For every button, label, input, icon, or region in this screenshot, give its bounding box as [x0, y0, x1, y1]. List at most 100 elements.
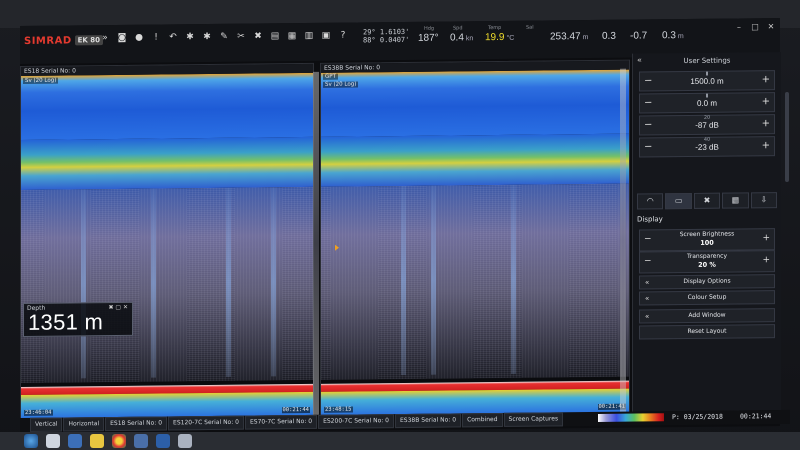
echosounder-app: SIMRAD EK 80 » ◙ ● ! ↶ ✱ ✱ ✎ ✂ ✖ ▤ ▦ ▥ ▣…: [20, 18, 790, 434]
colour-setup-button[interactable]: « Colour Setup: [639, 290, 775, 306]
position-readout: 29° 1.6103' 88° 0.0407': [363, 28, 409, 44]
heave-readout: 0.3 m: [662, 30, 684, 41]
record-icon[interactable]: ●: [134, 33, 144, 43]
temp-value: 19.9: [485, 31, 505, 44]
layout-icon[interactable]: ▦: [722, 192, 749, 209]
range-value: 1500.0 m: [690, 76, 724, 86]
info-icon[interactable]: ▣: [321, 31, 331, 41]
printer-icon[interactable]: ▤: [270, 31, 280, 41]
speed-label: Spd: [453, 25, 463, 32]
sal-label: Sal: [526, 24, 534, 31]
add-window-button[interactable]: « Add Window: [639, 308, 775, 324]
folder-icon[interactable]: [90, 434, 104, 448]
colour-setup-label: Colour Setup: [687, 293, 727, 302]
scattering-layer: [21, 136, 313, 190]
help-icon[interactable]: ?: [338, 31, 348, 41]
app-icon-3[interactable]: [178, 434, 192, 448]
add-window-label: Add Window: [688, 311, 726, 320]
toolbar-icons-left: » ◙ ● !: [100, 33, 161, 44]
tab-screen-captures[interactable]: Screen Captures: [503, 412, 564, 427]
sv-label-left: Sv (20 Log): [23, 77, 59, 84]
colour-scale[interactable]: [598, 413, 664, 422]
tab-es120[interactable]: ES120-7C Serial No: 0: [168, 415, 244, 431]
gear-icon[interactable]: ✱: [185, 32, 195, 42]
signal-icon[interactable]: ◠: [637, 193, 664, 210]
app-icon[interactable]: [134, 434, 148, 448]
depth-box-icons[interactable]: ✖ ▢ ✕: [108, 304, 128, 311]
echogram-left[interactable]: [21, 72, 313, 419]
brightness-setting[interactable]: − Screen Brightness 100 +: [639, 228, 775, 252]
tools-icon[interactable]: ✖: [253, 31, 263, 41]
file-icon[interactable]: [46, 434, 60, 448]
tab-es70[interactable]: ES70-7C Serial No: 0: [244, 414, 318, 430]
scissors-icon[interactable]: ✂: [236, 32, 246, 42]
brightness-label: Screen Brightness: [679, 230, 735, 239]
transparency-value: 20 %: [698, 260, 716, 269]
gain-increase-button[interactable]: +: [762, 118, 770, 129]
section-display: Display: [637, 215, 663, 224]
app-icon-2[interactable]: [156, 434, 170, 448]
panel-scrollbar[interactable]: [785, 91, 789, 182]
chrome-icon[interactable]: [112, 434, 126, 448]
app-logo: SIMRAD EK 80: [24, 33, 104, 48]
echogram-right[interactable]: [321, 69, 629, 416]
brightness-increase-button[interactable]: +: [762, 233, 770, 243]
threshold-value: -23 dB: [695, 142, 719, 152]
interference-streak: [431, 185, 436, 375]
maximize-button[interactable]: □: [748, 22, 762, 32]
depth-readout[interactable]: Depth ✖ ▢ ✕ 1351 m: [23, 301, 133, 337]
monitor-screen: SIMRAD EK 80 » ◙ ● ! ↶ ✱ ✱ ✎ ✂ ✖ ▤ ▦ ▥ ▣…: [0, 0, 800, 450]
transparency-increase-button[interactable]: +: [762, 255, 770, 265]
end-time-left: 00:21:44: [281, 406, 310, 414]
roll-value: -0.7: [630, 30, 648, 42]
tab-vertical[interactable]: Vertical: [30, 417, 63, 432]
wrench-icon[interactable]: ✎: [219, 32, 229, 42]
range-setting[interactable]: − ▮ 1500.0 m +: [639, 70, 775, 92]
panel-title: User Settings: [683, 56, 731, 66]
gear-icon-2[interactable]: ✱: [202, 32, 212, 42]
monitor-icon[interactable]: ▭: [665, 192, 692, 210]
start-button-icon[interactable]: [24, 434, 38, 448]
reset-layout-button[interactable]: Reset Layout: [639, 324, 775, 340]
tools-icon[interactable]: ✖: [693, 192, 721, 209]
transparency-setting[interactable]: − Transparency 20 % +: [639, 250, 775, 274]
threshold-increase-button[interactable]: +: [762, 140, 770, 151]
start-increase-button[interactable]: +: [762, 96, 770, 107]
tab-horizontal[interactable]: Horizontal: [63, 417, 105, 432]
sv-label-right: Sv (20 Log): [323, 81, 359, 88]
water-column: [21, 186, 313, 383]
interference-streak: [81, 189, 86, 379]
gain-setting[interactable]: − 20 -87 dB +: [639, 114, 775, 136]
start-setting[interactable]: − ▮ 0.0 m +: [639, 92, 775, 114]
tab-combined[interactable]: Combined: [462, 412, 503, 428]
heading-value: 187°: [418, 32, 439, 44]
mouse-cursor: [335, 244, 339, 251]
heading-label: Hdg: [424, 25, 435, 32]
back-icon[interactable]: ↶: [168, 32, 178, 42]
heave-unit: m: [677, 33, 684, 41]
tab-es200[interactable]: ES200-7C Serial No: 0: [318, 414, 394, 429]
minimize-button[interactable]: –: [732, 22, 746, 32]
display-options-button[interactable]: « Display Options: [639, 274, 775, 290]
close-button[interactable]: ✕: [764, 22, 778, 32]
sal-value: 253.47: [550, 31, 581, 43]
camera-icon[interactable]: ◙: [117, 33, 127, 43]
range-increase-button[interactable]: +: [762, 74, 770, 85]
tab-es38b[interactable]: ES38B Serial No: 0: [395, 413, 462, 429]
threshold-setting[interactable]: − 40 -23 dB +: [639, 136, 775, 158]
temp-label: Temp: [488, 24, 502, 32]
grid-icon[interactable]: ▦: [287, 31, 297, 41]
tab-es18[interactable]: ES18 Serial No: 0: [105, 416, 168, 432]
alert-icon[interactable]: !: [151, 33, 161, 43]
speed-unit: kn: [465, 35, 474, 43]
interference-streak: [271, 187, 276, 377]
explorer-icon[interactable]: [68, 434, 82, 448]
echogram-pane-right[interactable]: ES38B Serial No: 0 GPT Sv (20 Log) 23:48…: [320, 59, 630, 417]
longitude: 88° 0.0407': [363, 35, 410, 45]
transparency-label: Transparency: [686, 252, 728, 261]
echogram-pane-left[interactable]: ES18 Serial No: 0 Sv (20 Log) 23:46:04 0…: [20, 62, 314, 420]
download-icon[interactable]: ⇩: [750, 192, 778, 209]
status-date: P: 03/25/2018: [672, 412, 723, 422]
chevrons-down-icon[interactable]: »: [100, 33, 110, 43]
chart-icon[interactable]: ▥: [304, 31, 314, 41]
